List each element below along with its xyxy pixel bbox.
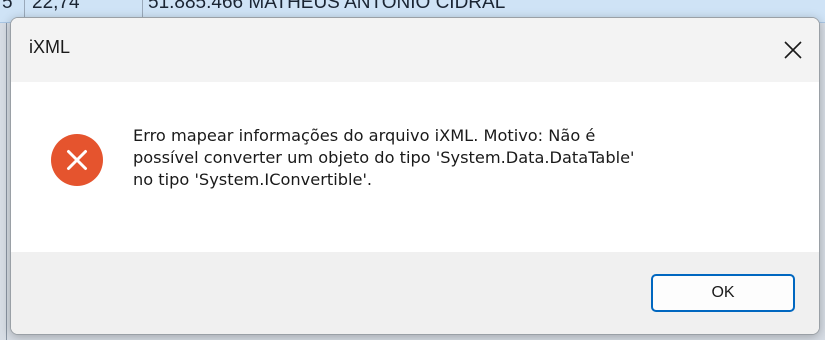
error-message-line: Erro mapear informações do arquivo iXML.…: [133, 126, 596, 145]
error-message: Erro mapear informações do arquivo iXML.…: [133, 125, 793, 191]
background-divider: [6, 0, 7, 340]
ok-button[interactable]: OK: [651, 274, 795, 312]
error-dialog: iXML Erro mapear informações do arquivo …: [10, 17, 820, 335]
close-button[interactable]: [767, 18, 819, 82]
error-message-line: possível converter um objeto do tipo 'Sy…: [133, 148, 635, 167]
dialog-titlebar[interactable]: iXML: [11, 18, 819, 82]
background-cell-index: 5: [2, 0, 13, 13]
background-cell-name: 51.885.466 MATHEUS ANTONIO CIDRAL: [148, 0, 506, 13]
dialog-footer: OK: [11, 252, 819, 334]
error-circle-icon: [51, 134, 103, 186]
error-message-line: no tipo 'System.IConvertible'.: [133, 170, 373, 189]
background-cell-value: 22,74: [32, 0, 80, 13]
dialog-content: Erro mapear informações do arquivo iXML.…: [11, 82, 819, 252]
dialog-title: iXML: [29, 37, 71, 57]
close-icon: [784, 41, 802, 59]
